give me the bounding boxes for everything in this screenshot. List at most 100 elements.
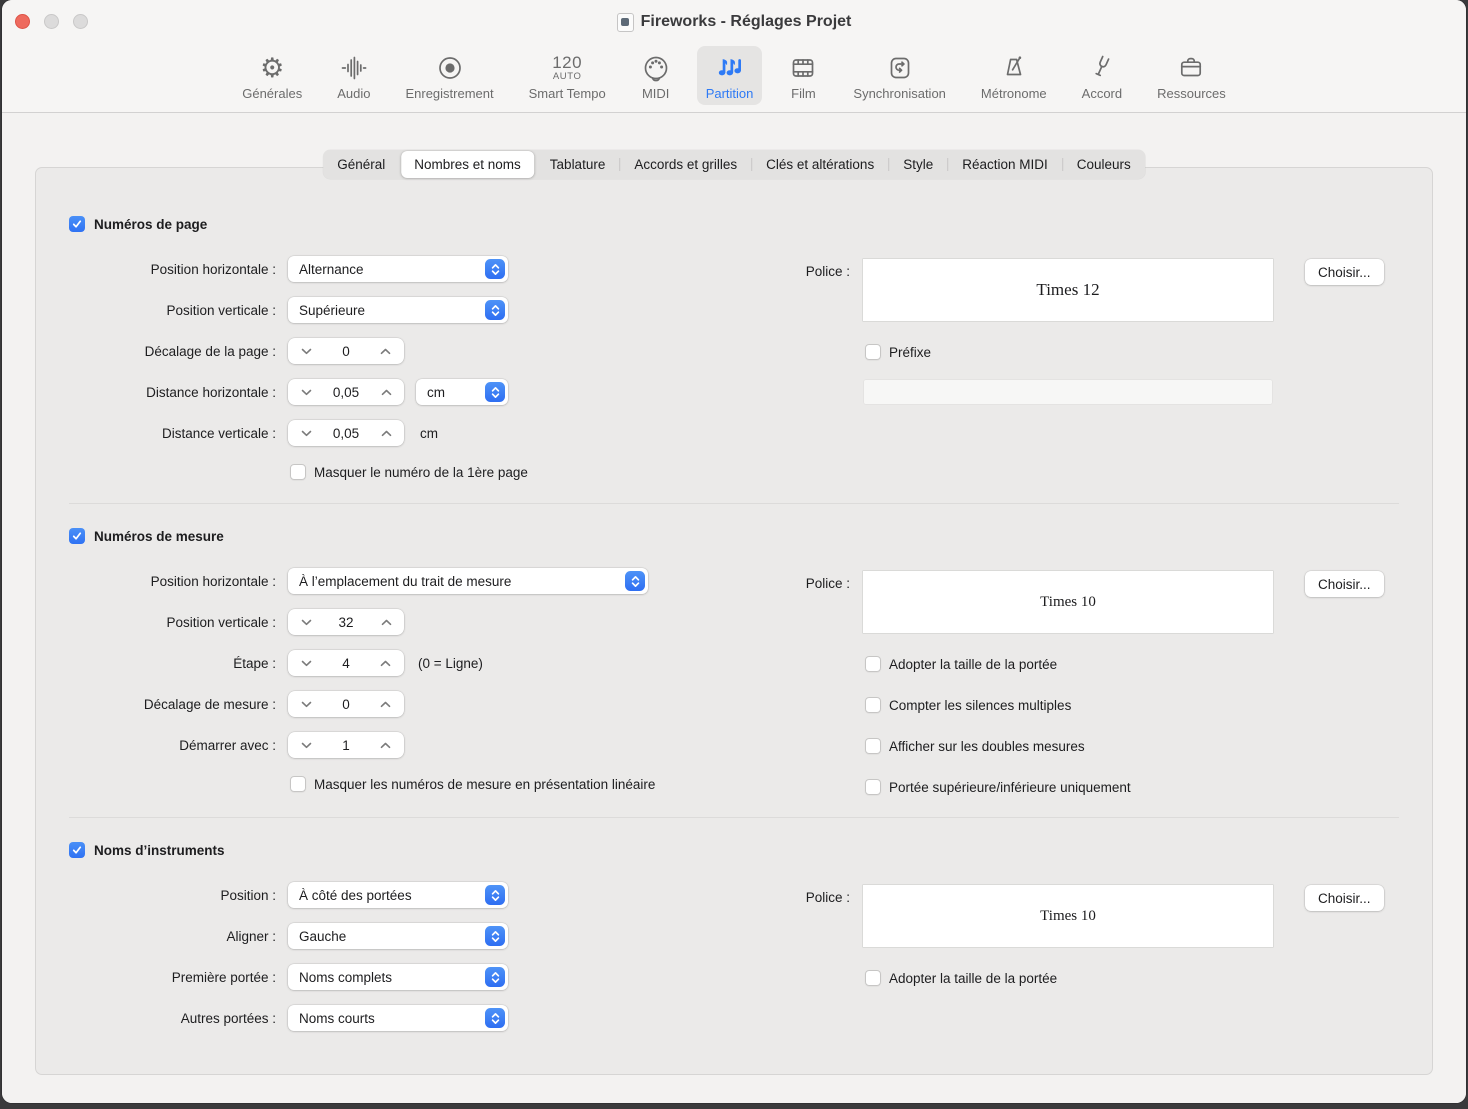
toolbar-item-enregistrement[interactable]: Enregistrement bbox=[396, 46, 502, 105]
toolbar-item-label: Audio bbox=[337, 87, 370, 101]
decrement-chevron-icon[interactable] bbox=[299, 695, 313, 713]
tab-style[interactable]: Style bbox=[889, 150, 947, 179]
hide-first-page-checkbox[interactable] bbox=[290, 464, 306, 480]
field-label: Décalage de mesure : bbox=[69, 697, 288, 712]
increment-chevron-icon[interactable] bbox=[379, 736, 393, 754]
decrement-chevron-icon[interactable] bbox=[299, 736, 313, 754]
toolbar-item-smart-tempo[interactable]: 120AUTOSmart Tempo bbox=[520, 46, 615, 105]
measure-numbers-checkbox[interactable] bbox=[69, 528, 85, 544]
prefix-input[interactable] bbox=[863, 379, 1273, 405]
section-title: Noms d’instruments bbox=[94, 843, 225, 858]
tab-cles-et-alterations[interactable]: Clés et altérations bbox=[752, 150, 888, 179]
metronome-icon bbox=[999, 51, 1029, 85]
prefix-checkbox[interactable] bbox=[865, 344, 881, 360]
popup-chevrons-icon bbox=[485, 926, 505, 946]
toolbar-item-partition[interactable]: Partition bbox=[697, 46, 763, 105]
waveform-icon bbox=[339, 51, 369, 85]
briefcase-icon bbox=[1176, 51, 1206, 85]
window-title: Fireworks - Réglages Projet bbox=[641, 13, 852, 31]
font-label: Police : bbox=[789, 885, 863, 905]
tab-general[interactable]: Général bbox=[323, 150, 399, 179]
field-label: Étape : bbox=[69, 656, 288, 671]
decrement-chevron-icon[interactable] bbox=[299, 613, 313, 631]
tab-reaction-midi[interactable]: Réaction MIDI bbox=[948, 150, 1062, 179]
choose-font-button[interactable]: Choisir... bbox=[1305, 571, 1384, 597]
instrument-position-select[interactable]: À côté des portées bbox=[288, 882, 508, 908]
section-title: Numéros de mesure bbox=[94, 529, 224, 544]
toolbar-item-synchronisation[interactable]: Synchronisation bbox=[844, 46, 955, 105]
measure-offset-stepper[interactable]: 0 bbox=[288, 691, 404, 717]
vertical-distance-stepper[interactable]: 0,05 bbox=[288, 420, 404, 446]
toolbar-item-midi[interactable]: MIDI bbox=[632, 46, 680, 105]
first-staff-select[interactable]: Noms complets bbox=[288, 964, 508, 990]
popup-chevrons-icon bbox=[485, 885, 505, 905]
increment-chevron-icon[interactable] bbox=[379, 342, 393, 360]
field-label: Position : bbox=[69, 888, 288, 903]
tab-nombres-et-noms[interactable]: Nombres et noms bbox=[401, 151, 534, 178]
increment-chevron-icon[interactable] bbox=[379, 695, 393, 713]
gear-icon: ⚙ bbox=[260, 51, 284, 85]
vertical-position-select[interactable]: Supérieure bbox=[288, 297, 508, 323]
film-strip-icon bbox=[788, 51, 818, 85]
popup-chevrons-icon bbox=[625, 571, 645, 591]
toolbar-item-accord[interactable]: Accord bbox=[1073, 46, 1131, 105]
distance-unit-select[interactable]: cm bbox=[416, 379, 508, 405]
popup-chevrons-icon bbox=[485, 1008, 505, 1028]
popup-chevrons-icon bbox=[485, 259, 505, 279]
count-multi-rests-checkbox[interactable] bbox=[865, 697, 881, 713]
step-hint: (0 = Ligne) bbox=[418, 656, 483, 671]
main-area: GénéralNombres et nomsTablatureAccords e… bbox=[2, 113, 1466, 1103]
screen: Fireworks - Réglages Projet ⚙Générales Au… bbox=[0, 0, 1468, 1109]
field-label: Démarrer avec : bbox=[69, 738, 288, 753]
increment-chevron-icon[interactable] bbox=[379, 613, 393, 631]
tab-tablature[interactable]: Tablature bbox=[536, 150, 620, 179]
toolbar-item-metronome[interactable]: Métronome bbox=[972, 46, 1056, 105]
tab-accords-et-grilles[interactable]: Accords et grilles bbox=[620, 150, 751, 179]
measure-vertical-position-stepper[interactable]: 32 bbox=[288, 609, 404, 635]
toolbar-item-label: Accord bbox=[1082, 87, 1122, 101]
field-label: Position verticale : bbox=[69, 303, 288, 318]
hide-linear-checkbox[interactable] bbox=[290, 776, 306, 792]
choose-font-button[interactable]: Choisir... bbox=[1305, 885, 1384, 911]
page-numbers-checkbox[interactable] bbox=[69, 216, 85, 232]
toolbar-item-film[interactable]: Film bbox=[779, 46, 827, 105]
field-label: Position verticale : bbox=[69, 615, 288, 630]
adopt-staff-size-checkbox[interactable] bbox=[865, 656, 881, 672]
choose-font-button[interactable]: Choisir... bbox=[1305, 259, 1384, 285]
font-label: Police : bbox=[789, 259, 863, 279]
top-bottom-only-checkbox[interactable] bbox=[865, 779, 881, 795]
toolbar-item-audio[interactable]: Audio bbox=[328, 46, 379, 105]
horizontal-position-select[interactable]: Alternance bbox=[288, 256, 508, 282]
instrument-names-checkbox[interactable] bbox=[69, 842, 85, 858]
start-with-stepper[interactable]: 1 bbox=[288, 732, 404, 758]
midi-connector-icon bbox=[641, 51, 671, 85]
show-double-bars-checkbox[interactable] bbox=[865, 738, 881, 754]
settings-panel: Numéros de page Position horizontale : A… bbox=[35, 167, 1433, 1075]
tuning-fork-icon bbox=[1087, 51, 1117, 85]
toolbar-item-label: Synchronisation bbox=[853, 87, 946, 101]
increment-chevron-icon[interactable] bbox=[379, 383, 393, 401]
field-label: Distance horizontale : bbox=[69, 385, 288, 400]
tab-couleurs[interactable]: Couleurs bbox=[1063, 150, 1145, 179]
align-select[interactable]: Gauche bbox=[288, 923, 508, 949]
decrement-chevron-icon[interactable] bbox=[299, 383, 313, 401]
decrement-chevron-icon[interactable] bbox=[299, 654, 313, 672]
increment-chevron-icon[interactable] bbox=[379, 424, 393, 442]
popup-chevrons-icon bbox=[485, 382, 505, 402]
measure-horizontal-position-select[interactable]: À l’emplacement du trait de mesure bbox=[288, 568, 648, 594]
project-settings-window: Fireworks - Réglages Projet ⚙Générales Au… bbox=[2, 0, 1466, 1103]
horizontal-distance-stepper[interactable]: 0,05 bbox=[288, 379, 404, 405]
toolbar-item-generales[interactable]: ⚙Générales bbox=[233, 46, 311, 105]
increment-chevron-icon[interactable] bbox=[379, 654, 393, 672]
window-chrome: Fireworks - Réglages Projet ⚙Générales Au… bbox=[2, 0, 1466, 113]
toolbar-item-label: MIDI bbox=[642, 87, 669, 101]
toolbar-item-ressources[interactable]: Ressources bbox=[1148, 46, 1235, 105]
adopt-staff-size-checkbox[interactable] bbox=[865, 970, 881, 986]
page-offset-stepper[interactable]: 0 bbox=[288, 338, 404, 364]
decrement-chevron-icon[interactable] bbox=[299, 424, 313, 442]
step-stepper[interactable]: 4 bbox=[288, 650, 404, 676]
field-label: Décalage de la page : bbox=[69, 344, 288, 359]
decrement-chevron-icon[interactable] bbox=[299, 342, 313, 360]
other-staves-select[interactable]: Noms courts bbox=[288, 1005, 508, 1031]
font-label: Police : bbox=[789, 571, 863, 591]
